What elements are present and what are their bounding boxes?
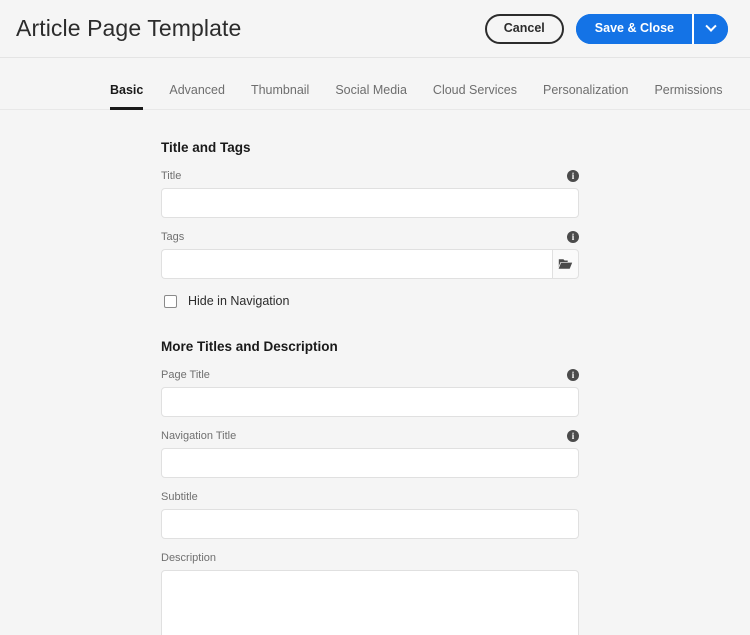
field-subtitle: Subtitle	[161, 490, 579, 539]
content-area: Title and Tags Title i Tags i Hide in Na…	[0, 110, 750, 635]
tags-input-group	[161, 249, 579, 279]
description-textarea[interactable]	[161, 570, 579, 635]
field-label-row: Title i	[161, 169, 579, 183]
info-icon[interactable]: i	[567, 430, 579, 442]
section-heading-more-titles-and-description: More Titles and Description	[161, 339, 338, 354]
field-page-title: Page Title i	[161, 368, 579, 417]
title-input[interactable]	[161, 188, 579, 218]
tab-permissions[interactable]: Permissions	[654, 83, 722, 110]
field-label-row: Navigation Title i	[161, 429, 579, 443]
field-label-row: Description	[161, 551, 579, 565]
tags-input[interactable]	[161, 249, 552, 279]
info-icon[interactable]: i	[567, 231, 579, 243]
save-options-button[interactable]	[694, 13, 728, 44]
field-label-row: Subtitle	[161, 490, 579, 504]
tab-social-media[interactable]: Social Media	[335, 83, 407, 110]
page-header: Article Page Template Cancel Save & Clos…	[0, 0, 750, 58]
field-label-navigation-title: Navigation Title	[161, 429, 237, 442]
page-title: Article Page Template	[16, 15, 242, 41]
page-title-input[interactable]	[161, 387, 579, 417]
section-heading-title-and-tags: Title and Tags	[161, 140, 251, 155]
field-label-description: Description	[161, 551, 217, 564]
tab-thumbnail[interactable]: Thumbnail	[251, 83, 309, 110]
field-label-row: Tags i	[161, 230, 579, 244]
save-split-button: Save & Close	[575, 13, 728, 44]
checkbox-box[interactable]	[164, 295, 177, 308]
cancel-button[interactable]: Cancel	[484, 13, 564, 44]
field-description: Description	[161, 551, 579, 635]
tab-bar: Basic Advanced Thumbnail Social Media Cl…	[0, 58, 750, 110]
navigation-title-input[interactable]	[161, 448, 579, 478]
tab-advanced[interactable]: Advanced	[169, 83, 225, 110]
field-label-tags: Tags	[161, 230, 185, 243]
field-label-title: Title	[161, 169, 182, 182]
tab-cloud-services[interactable]: Cloud Services	[433, 83, 517, 110]
header-actions: Cancel Save & Close	[484, 13, 728, 44]
field-label-subtitle: Subtitle	[161, 490, 198, 503]
info-icon[interactable]: i	[567, 170, 579, 182]
field-label-page-title: Page Title	[161, 368, 210, 381]
field-label-row: Page Title i	[161, 368, 579, 382]
info-icon[interactable]: i	[567, 369, 579, 381]
field-navigation-title: Navigation Title i	[161, 429, 579, 478]
folder-icon	[558, 258, 573, 269]
tab-basic[interactable]: Basic	[110, 83, 144, 110]
chevron-down-icon	[705, 20, 717, 32]
field-title: Title i	[161, 169, 579, 218]
save-and-close-button[interactable]: Save & Close	[575, 13, 692, 44]
tab-personalization[interactable]: Personalization	[543, 83, 628, 110]
label-row-spacer	[567, 491, 579, 503]
label-row-spacer	[567, 552, 579, 564]
field-tags: Tags i	[161, 230, 579, 279]
hide-in-navigation-label: Hide in Navigation	[188, 294, 290, 309]
subtitle-input[interactable]	[161, 509, 579, 539]
hide-in-navigation-checkbox[interactable]: Hide in Navigation	[164, 295, 579, 308]
basic-form: Title and Tags Title i Tags i Hide in Na…	[161, 140, 579, 635]
tags-browse-button[interactable]	[551, 249, 579, 279]
